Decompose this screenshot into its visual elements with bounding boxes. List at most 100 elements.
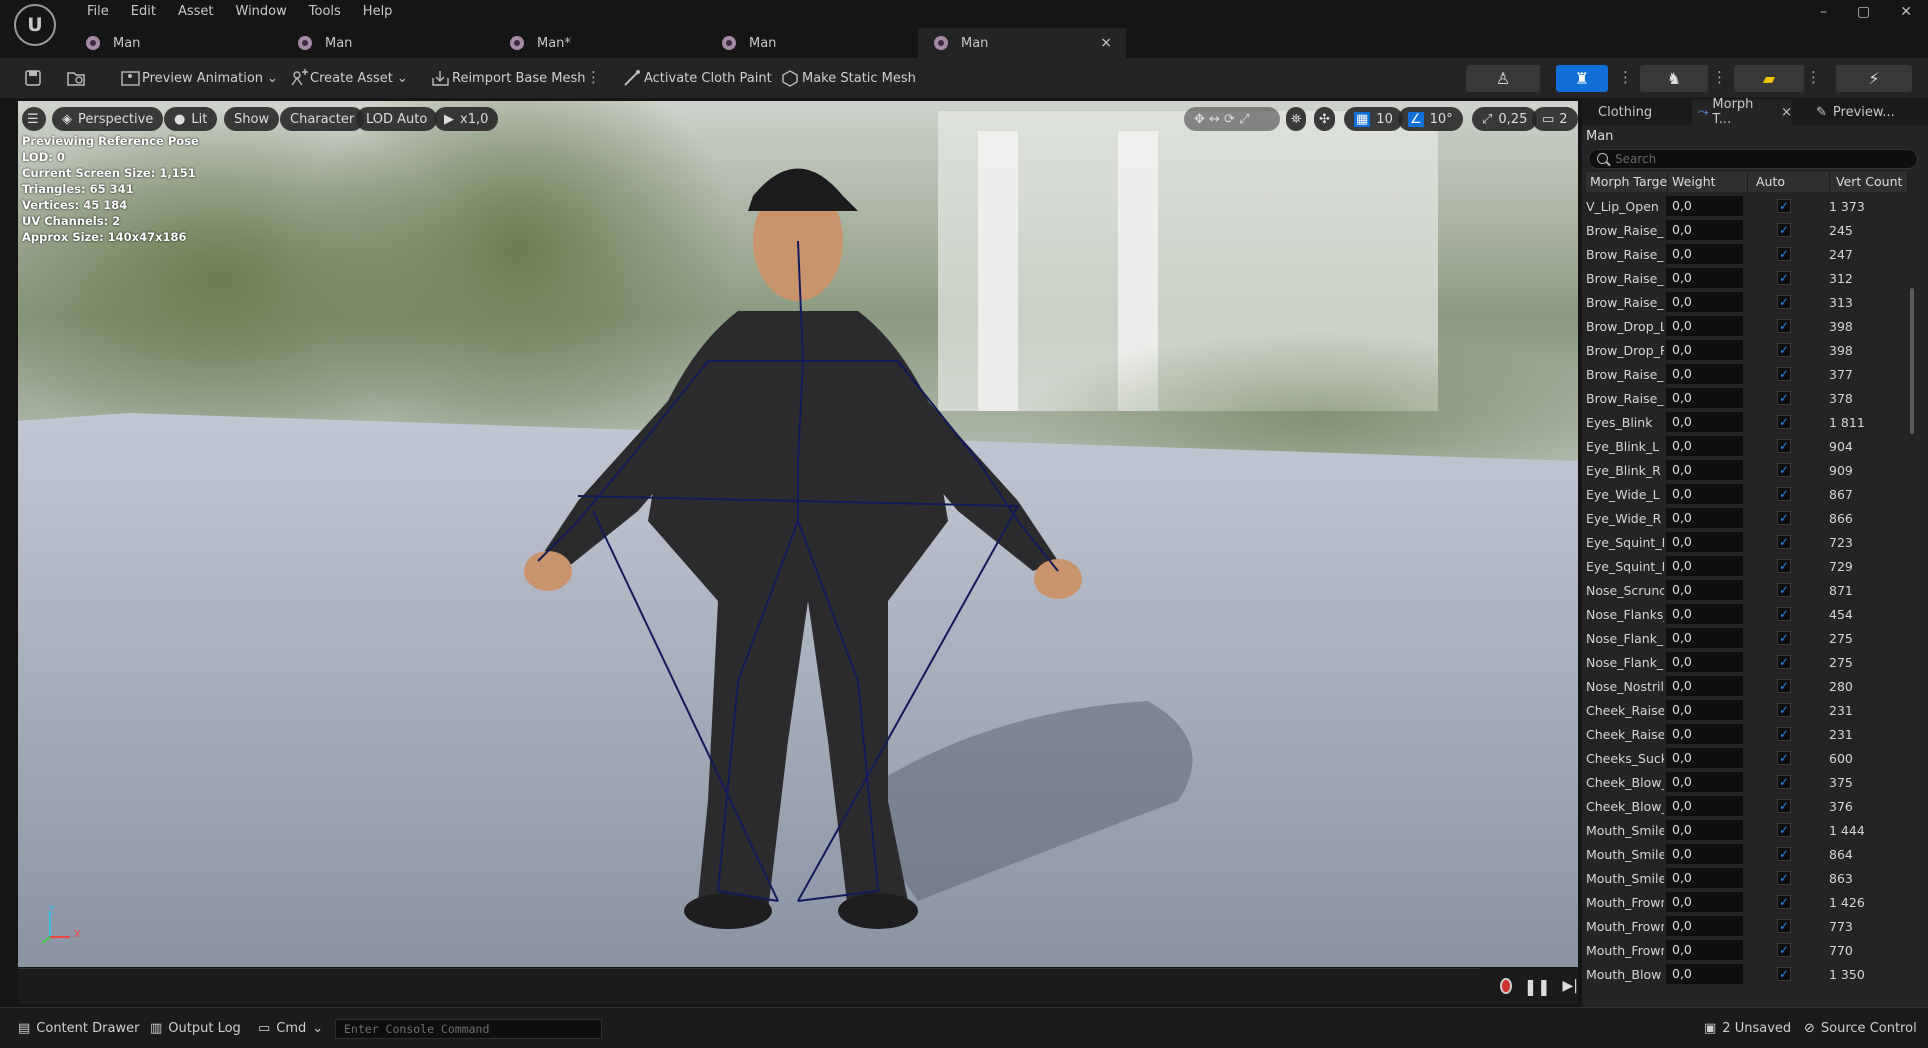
auto-checkbox[interactable]: ✓	[1777, 295, 1791, 309]
blueprint-mode-options-icon[interactable]: ⋮	[1806, 68, 1821, 86]
weight-input[interactable]: 0,0	[1666, 268, 1743, 288]
mesh-mode-options-icon[interactable]: ⋮	[1618, 68, 1633, 86]
morph-target-row[interactable]: Brow_Raise_L 0,0 ✓ 377	[1582, 362, 1912, 386]
weight-input[interactable]: 0,0	[1666, 772, 1743, 792]
weight-input[interactable]: 0,0	[1666, 532, 1743, 552]
auto-checkbox[interactable]: ✓	[1777, 415, 1791, 429]
weight-input[interactable]: 0,0	[1666, 484, 1743, 504]
weight-input[interactable]: 0,0	[1666, 556, 1743, 576]
auto-checkbox[interactable]: ✓	[1777, 751, 1791, 765]
auto-checkbox[interactable]: ✓	[1777, 559, 1791, 573]
weight-input[interactable]: 0,0	[1666, 724, 1743, 744]
morph-target-row[interactable]: Eye_Wide_L 0,0 ✓ 867	[1582, 482, 1912, 506]
unsaved-button[interactable]: ▣ 2 Unsaved	[1704, 1016, 1791, 1040]
weight-input[interactable]: 0,0	[1666, 364, 1743, 384]
tab-close-icon[interactable]: ×	[1100, 35, 1112, 51]
column-morph-target[interactable]: Morph Targe	[1586, 172, 1668, 192]
auto-checkbox[interactable]: ✓	[1777, 871, 1791, 885]
skeleton-mode-button[interactable]: ♙	[1466, 65, 1540, 92]
show-button[interactable]: Show	[224, 107, 280, 131]
weight-input[interactable]: 0,0	[1666, 844, 1743, 864]
auto-checkbox[interactable]: ✓	[1777, 391, 1791, 405]
morph-target-row[interactable]: V_Lip_Open 0,0 ✓ 1 373	[1582, 194, 1912, 218]
morph-target-row[interactable]: Nose_Flanks_ 0,0 ✓ 454	[1582, 602, 1912, 626]
auto-checkbox[interactable]: ✓	[1777, 439, 1791, 453]
weight-input[interactable]: 0,0	[1666, 652, 1743, 672]
morph-target-row[interactable]: Cheek_Raise_ 0,0 ✓ 231	[1582, 698, 1912, 722]
weight-input[interactable]: 0,0	[1666, 436, 1743, 456]
weight-input[interactable]: 0,0	[1666, 916, 1743, 936]
auto-checkbox[interactable]: ✓	[1777, 463, 1791, 477]
local-space-button[interactable]: ⛯	[1286, 107, 1307, 131]
reimport-base-mesh-button[interactable]: Reimport Base Mesh	[430, 58, 586, 98]
animation-mode-button[interactable]: ♞	[1640, 65, 1708, 92]
morph-target-row[interactable]: Cheeks_Suck 0,0 ✓ 600	[1582, 746, 1912, 770]
morph-target-row[interactable]: Mouth_Smile_ 0,0 ✓ 863	[1582, 866, 1912, 890]
morph-target-row[interactable]: Brow_Raise_Ou0,0 ✓ 312	[1582, 266, 1912, 290]
weight-input[interactable]: 0,0	[1666, 196, 1743, 216]
source-control-button[interactable]: ⊘ Source Control	[1804, 1016, 1917, 1040]
blueprint-mode-button[interactable]: ▰	[1734, 65, 1804, 92]
weight-input[interactable]: 0,0	[1666, 508, 1743, 528]
menu-edit[interactable]: Edit	[120, 3, 167, 21]
column-weight[interactable]: Weight	[1668, 172, 1748, 192]
morph-target-row[interactable]: Brow_Raise_In0,0 ✓ 247	[1582, 242, 1912, 266]
reimport-options-icon[interactable]: ⋮	[586, 68, 601, 86]
physics-mode-button[interactable]: ⚡	[1836, 65, 1912, 92]
auto-checkbox[interactable]: ✓	[1777, 607, 1791, 621]
browse-asset-button[interactable]	[66, 58, 86, 98]
weight-input[interactable]: 0,0	[1666, 628, 1743, 648]
weight-input[interactable]: 0,0	[1666, 940, 1743, 960]
auto-checkbox[interactable]: ✓	[1777, 679, 1791, 693]
auto-checkbox[interactable]: ✓	[1777, 199, 1791, 213]
content-drawer-button[interactable]: ▤ Content Drawer	[18, 1016, 139, 1040]
weight-input[interactable]: 0,0	[1666, 796, 1743, 816]
morph-target-row[interactable]: Mouth_Frown_0,0 ✓ 773	[1582, 914, 1912, 938]
minimize-icon[interactable]: –	[1820, 4, 1827, 20]
tab-man-1[interactable]: Man	[70, 28, 278, 58]
morph-target-row[interactable]: Brow_Raise_In0,0 ✓ 245	[1582, 218, 1912, 242]
activate-cloth-paint-button[interactable]: Activate Cloth Paint	[622, 58, 772, 98]
perspective-button[interactable]: ◈ Perspective	[52, 107, 164, 131]
record-icon[interactable]	[1500, 978, 1512, 994]
camera-speed-button[interactable]: ▭ 2	[1532, 107, 1578, 131]
weight-input[interactable]: 0,0	[1666, 460, 1743, 480]
cmd-dropdown[interactable]: ▭ Cmd ⌄	[258, 1016, 323, 1040]
menu-help[interactable]: Help	[352, 3, 404, 21]
morph-target-row[interactable]: Brow_Drop_Le0,0 ✓ 398	[1582, 314, 1912, 338]
auto-checkbox[interactable]: ✓	[1777, 703, 1791, 717]
preview-viewport[interactable]: Z X ☰ ◈ Perspective ● Lit Show Character L…	[18, 101, 1578, 967]
morph-target-row[interactable]: Cheek_Blow_L0,0 ✓ 375	[1582, 770, 1912, 794]
weight-input[interactable]: 0,0	[1666, 292, 1743, 312]
column-vert-count[interactable]: Vert Count	[1830, 172, 1908, 192]
auto-checkbox[interactable]: ✓	[1777, 487, 1791, 501]
column-auto[interactable]: Auto	[1748, 172, 1830, 192]
auto-checkbox[interactable]: ✓	[1777, 511, 1791, 525]
morph-target-row[interactable]: Eye_Blink_R 0,0 ✓ 909	[1582, 458, 1912, 482]
morph-target-row[interactable]: Brow_Raise_Ou0,0 ✓ 313	[1582, 290, 1912, 314]
tab-man-3[interactable]: Man*	[494, 28, 702, 58]
morph-target-row[interactable]: Mouth_Smile 0,0 ✓ 1 444	[1582, 818, 1912, 842]
weight-input[interactable]: 0,0	[1666, 244, 1743, 264]
save-button[interactable]	[24, 58, 42, 98]
weight-input[interactable]: 0,0	[1666, 220, 1743, 240]
tab-man-2[interactable]: Man	[282, 28, 490, 58]
console-command-input[interactable]: Enter Console Command	[335, 1019, 602, 1039]
panel-scrollbar[interactable]	[1910, 288, 1914, 434]
unreal-logo-icon[interactable]: U	[14, 4, 56, 46]
weight-input[interactable]: 0,0	[1666, 412, 1743, 432]
tab-preview-settings[interactable]: ✎ Preview...	[1812, 99, 1922, 125]
auto-checkbox[interactable]: ✓	[1777, 583, 1791, 597]
weight-input[interactable]: 0,0	[1666, 892, 1743, 912]
morph-target-row[interactable]: Cheek_Blow_R0,0 ✓ 376	[1582, 794, 1912, 818]
weight-input[interactable]: 0,0	[1666, 340, 1743, 360]
animation-mode-options-icon[interactable]: ⋮	[1712, 68, 1727, 86]
surface-snap-button[interactable]: ✣	[1314, 107, 1335, 131]
viewport-options-button[interactable]: ☰	[22, 107, 46, 131]
weight-input[interactable]: 0,0	[1666, 700, 1743, 720]
make-static-mesh-button[interactable]: Make Static Mesh	[780, 58, 916, 98]
morph-target-row[interactable]: Eye_Wide_R 0,0 ✓ 866	[1582, 506, 1912, 530]
lit-button[interactable]: ● Lit	[164, 107, 218, 131]
weight-input[interactable]: 0,0	[1666, 316, 1743, 336]
auto-checkbox[interactable]: ✓	[1777, 775, 1791, 789]
